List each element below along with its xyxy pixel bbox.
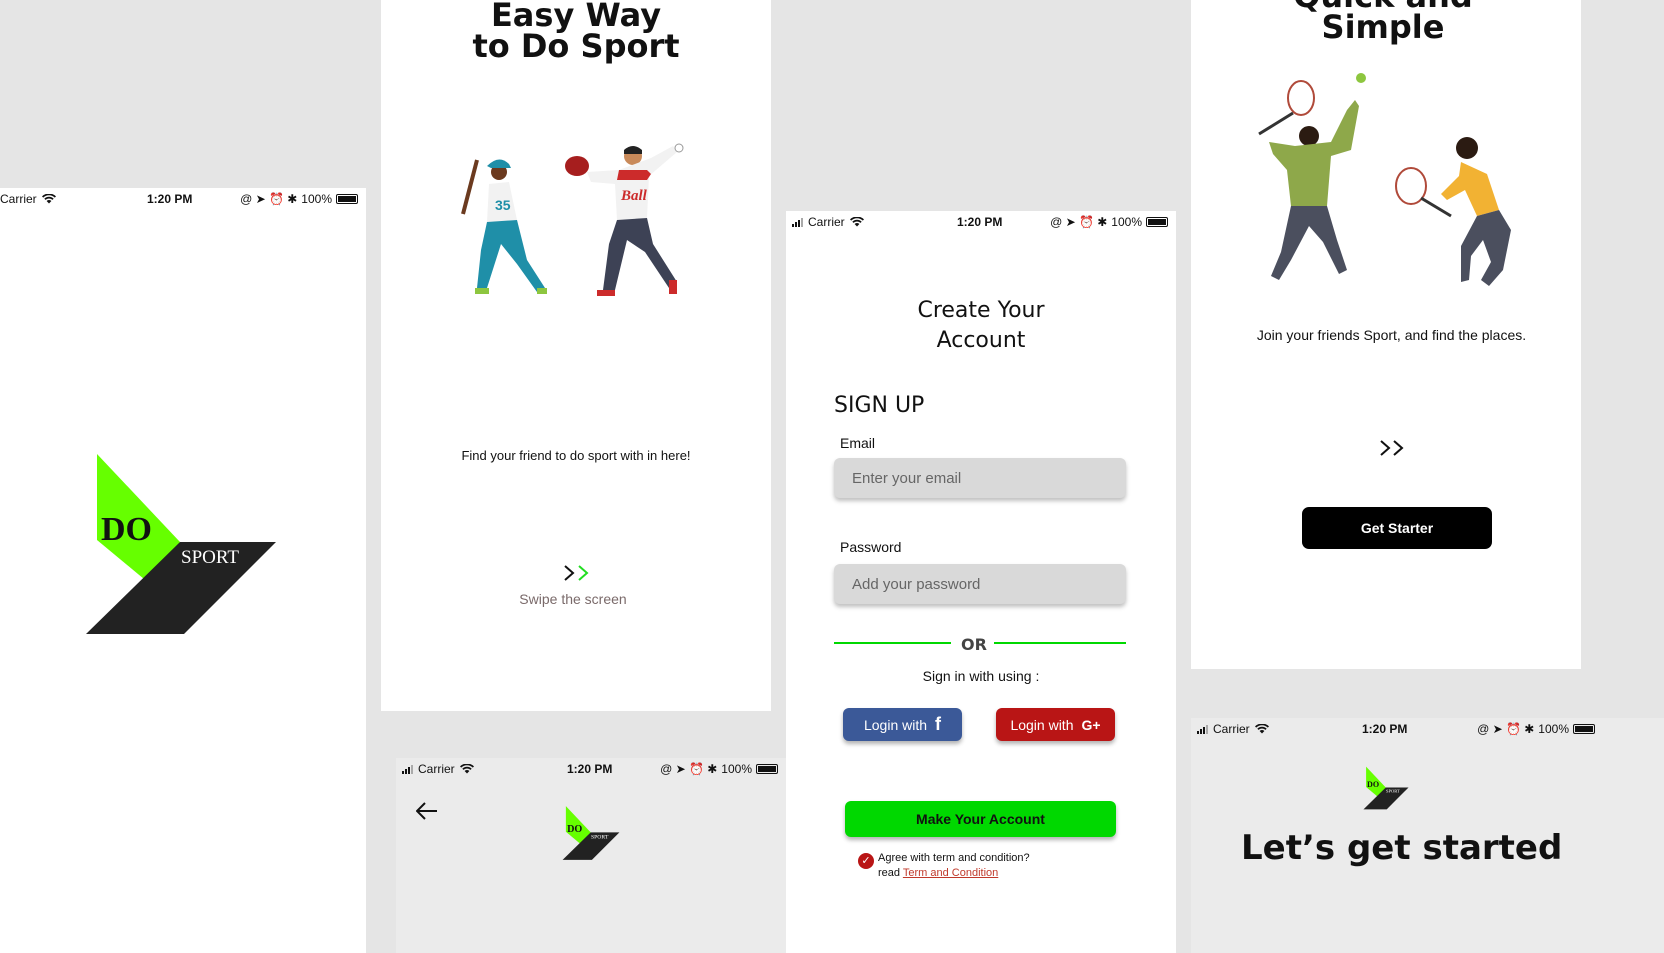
sign-in-with-text: Sign in with using : [922, 668, 1040, 684]
logo-do-text: DO [101, 511, 152, 548]
baseball-players-illustration: 35 Ball [461, 143, 684, 296]
logo-do-text: DO [567, 824, 582, 835]
onboard1-subtitle: Find your friend to do sport with in her… [461, 448, 691, 463]
password-placeholder: Add your password [852, 575, 981, 593]
logo-sport-text: SPORT [591, 835, 609, 841]
onboard1-title: Easy Way to Do Sport [381, 0, 771, 62]
google-login-button[interactable]: Login with G+ [996, 708, 1115, 741]
do-sport-logo: DO SPORT [1363, 766, 1409, 810]
logo-sport-text: SPORT [1386, 789, 1400, 794]
terms-line: read Term and Condition [878, 867, 998, 879]
wifi-icon [459, 764, 474, 774]
or-divider-right [994, 642, 1126, 644]
facebook-button-label: Login with [863, 716, 928, 733]
agree-text: Agree with term and condition? [878, 852, 1030, 864]
signup-heading: Create Your Account [786, 296, 1176, 356]
wifi-icon [849, 217, 864, 227]
make-account-button[interactable]: Make Your Account [845, 801, 1116, 837]
get-started-screen: Carrier 1:20 PM @ ➤ ⏰ ✱ 100% DO SPORT Le… [1191, 718, 1664, 953]
signup-heading-line2: Account [936, 328, 1026, 353]
onboard1-title-line2: to Do Sport [472, 27, 680, 65]
battery-percent: 100% [1538, 722, 1569, 736]
swipe-hint: Swipe the screen [519, 591, 627, 607]
google-plus-icon: G+ [1081, 716, 1101, 733]
email-field[interactable]: Enter your email [834, 458, 1126, 498]
get-started-title: Let’s get started [1241, 828, 1563, 868]
password-field[interactable]: Add your password [834, 564, 1126, 604]
onboard2-subtitle: Join your friends Sport, and find the pl… [1256, 327, 1527, 343]
signup-screen: Carrier 1:20 PM @ ➤ ⏰ ✱ 100% Create Your… [786, 211, 1176, 953]
splash-screen: Carrier 1:20 PM @ ➤ ⏰ ✱ 100% DO SPORT [0, 188, 366, 953]
status-time: 1:20 PM [567, 762, 613, 776]
do-sport-logo: DO SPORT [86, 454, 276, 634]
status-bar: Carrier 1:20 PM @ ➤ ⏰ ✱ 100% [1191, 718, 1595, 740]
carrier-label: Carrier [0, 192, 37, 206]
svg-text:Ball: Ball [620, 188, 648, 204]
battery-icon [336, 194, 358, 204]
agree-checkbox[interactable]: ✓ [858, 853, 874, 869]
signup-heading-line1: Create Your [917, 298, 1045, 323]
status-time: 1:20 PM [147, 192, 193, 206]
svg-text:35: 35 [495, 197, 511, 213]
double-chevron-right-icon[interactable] [563, 564, 591, 582]
signal-icon [792, 217, 803, 227]
onboarding-screen-1: Easy Way to Do Sport 35 Ball Find your f… [381, 0, 771, 711]
or-divider-left [834, 642, 951, 644]
onboarding-screen-2: Quick and Simple Join your friends Sport… [1191, 0, 1581, 669]
battery-icon [756, 764, 778, 774]
status-time: 1:20 PM [957, 215, 1003, 229]
signup-section-title: SIGN UP [834, 393, 925, 418]
get-started-button[interactable]: Get Starter [1302, 507, 1492, 549]
status-icons: @ ➤ ⏰ ✱ [1050, 215, 1108, 229]
status-icons: @ ➤ ⏰ ✱ [660, 762, 718, 776]
do-sport-logo: DO SPORT [562, 806, 620, 860]
facebook-icon: f [935, 714, 942, 734]
battery-icon [1573, 724, 1595, 734]
battery-percent: 100% [301, 192, 332, 206]
onboard2-title-line2: Simple [1321, 8, 1445, 46]
signal-icon [1197, 724, 1208, 734]
signal-icon [402, 764, 413, 774]
carrier-label: Carrier [418, 762, 455, 776]
status-icons: @ ➤ ⏰ ✱ [240, 192, 298, 206]
status-bar: Carrier 1:20 PM @ ➤ ⏰ ✱ 100% [786, 211, 1176, 233]
google-button-label: Login with [1010, 716, 1074, 733]
battery-icon [1146, 217, 1168, 227]
status-bar: Carrier 1:20 PM @ ➤ ⏰ ✱ 100% [0, 188, 366, 210]
logo-header-screen: Carrier 1:20 PM @ ➤ ⏰ ✱ 100% DO SPORT [396, 758, 786, 953]
battery-percent: 100% [1111, 215, 1142, 229]
status-icons: @ ➤ ⏰ ✱ [1477, 722, 1535, 736]
back-arrow-icon[interactable] [416, 802, 438, 820]
logo-sport-text: SPORT [181, 547, 239, 568]
wifi-icon [1254, 724, 1269, 734]
status-bar: Carrier 1:20 PM @ ➤ ⏰ ✱ 100% [396, 758, 786, 780]
email-label: Email [840, 435, 876, 451]
make-account-label: Make Your Account [916, 811, 1045, 827]
carrier-label: Carrier [1213, 722, 1250, 736]
wifi-icon [41, 194, 56, 204]
carrier-label: Carrier [808, 215, 845, 229]
double-chevron-right-icon[interactable] [1379, 439, 1405, 457]
battery-percent: 100% [721, 762, 752, 776]
read-text: read [878, 867, 901, 879]
facebook-login-button[interactable]: Login with f [843, 708, 962, 741]
tennis-players-illustration [1258, 73, 1511, 286]
get-started-label: Get Starter [1360, 520, 1434, 536]
onboard2-title: Quick and Simple [1191, 0, 1575, 43]
terms-link[interactable]: Term and Condition [903, 867, 998, 879]
email-placeholder: Enter your email [852, 469, 962, 487]
status-time: 1:20 PM [1362, 722, 1408, 736]
password-label: Password [840, 539, 902, 555]
or-text: OR [961, 635, 987, 654]
logo-do-text: DO [1367, 780, 1379, 789]
